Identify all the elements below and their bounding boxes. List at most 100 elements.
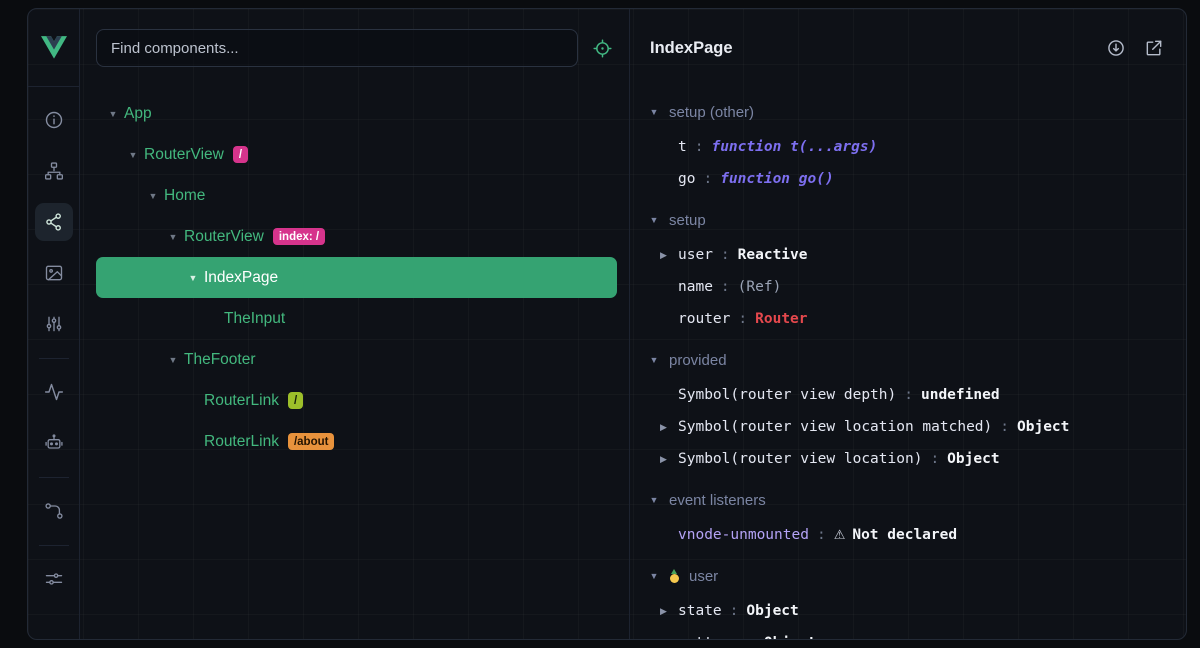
tree-row-indexpage[interactable]: ▼IndexPage xyxy=(96,257,617,298)
property-key: name xyxy=(678,279,713,295)
inspector-section: ▼event listenersvnode-unmounted:⚠Not dec… xyxy=(648,481,1186,551)
info-icon[interactable] xyxy=(35,101,73,139)
section-header[interactable]: ▼event listeners xyxy=(648,481,1186,519)
property-key: go xyxy=(678,171,695,187)
open-in-editor-icon[interactable] xyxy=(1144,38,1164,58)
caret-down-icon[interactable]: ▼ xyxy=(142,191,164,201)
property-value: Object xyxy=(1017,419,1069,435)
pinia-store-icon xyxy=(669,569,680,583)
section-header[interactable]: ▼ setup xyxy=(648,201,1186,239)
tree-row-theinput[interactable]: TheInput xyxy=(96,298,617,339)
pick-component-target-icon[interactable] xyxy=(592,38,613,59)
colon-separator: : xyxy=(817,527,826,543)
caret-right-icon[interactable]: ▶ xyxy=(660,606,678,617)
colon-separator: : xyxy=(1000,419,1009,435)
tree-row-thefooter[interactable]: ▼TheFooter xyxy=(96,339,617,380)
property-row[interactable]: ▶user:Reactive xyxy=(648,239,1186,271)
scroll-to-component-icon[interactable] xyxy=(1106,38,1126,58)
colon-separator: : xyxy=(721,279,730,295)
caret-right-icon[interactable]: ▶ xyxy=(660,250,678,261)
property-row: name:(Ref) xyxy=(648,271,1186,303)
section-header[interactable]: ▼setup (other) xyxy=(648,93,1186,131)
component-name: RouterLink xyxy=(204,392,279,410)
section-header[interactable]: ▼ provided xyxy=(648,341,1186,379)
section-label: user xyxy=(689,568,718,585)
caret-down-icon[interactable]: ▼ xyxy=(162,232,184,242)
property-key: router xyxy=(678,311,730,327)
tree-row-routerlink[interactable]: RouterLink / xyxy=(96,380,617,421)
route-badge: / xyxy=(288,392,303,409)
equalizer-icon[interactable] xyxy=(35,305,73,343)
component-tree-panel: ▼App▼RouterView/▼Home▼RouterViewindex: /… xyxy=(80,9,630,639)
component-name: IndexPage xyxy=(204,269,278,287)
colon-separator: : xyxy=(703,171,712,187)
sidebar-icon-list xyxy=(35,87,73,639)
assets-image-icon[interactable] xyxy=(35,254,73,292)
timeline-wave-icon[interactable] xyxy=(35,373,73,411)
component-hierarchy-icon[interactable] xyxy=(35,152,73,190)
tree-row-routerlink[interactable]: RouterLink/about xyxy=(96,421,617,462)
caret-down-icon[interactable]: ▼ xyxy=(182,273,204,283)
tree-row-app[interactable]: ▼App xyxy=(96,93,617,134)
property-value: function go() xyxy=(720,171,834,187)
property-value: Reactive xyxy=(738,247,808,263)
property-row: t:function t(...args) xyxy=(648,131,1186,163)
search-input[interactable] xyxy=(96,29,578,67)
caret-down-icon: ▼ xyxy=(648,571,660,581)
property-key: state xyxy=(678,603,722,619)
caret-down-icon[interactable]: ▼ xyxy=(122,150,144,160)
inspector-panel: IndexPage ▼setup (other)t:function t(...… xyxy=(630,9,1186,639)
caret-down-icon: ▼ xyxy=(648,495,660,505)
inspector-section: ▼setup (other)t:function t(...args) go: fu… xyxy=(648,93,1186,195)
section-header[interactable]: ▼ user xyxy=(648,557,1186,595)
inspector-section: ▼providedSymbol(router view depth):undef… xyxy=(648,341,1186,475)
vue-logo xyxy=(28,9,79,87)
rail-divider xyxy=(39,358,69,359)
property-key: getters xyxy=(678,635,739,639)
section-label: provided xyxy=(669,352,727,369)
colon-separator: : xyxy=(730,603,739,619)
property-key: vnode-unmounted xyxy=(678,527,809,543)
property-row: go: function go() xyxy=(648,163,1186,195)
robot-icon[interactable] xyxy=(35,424,73,462)
flow-branch-icon[interactable] xyxy=(35,492,73,530)
tree-toolbar xyxy=(80,9,629,87)
route-badge: /about xyxy=(288,433,335,450)
property-row[interactable]: ▶Symbol(router view location matched): Ob… xyxy=(648,411,1186,443)
property-key: Symbol(router view location) xyxy=(678,451,922,467)
settings-sliders-icon[interactable] xyxy=(35,560,73,598)
devtools-window: ▼App▼RouterView/▼Home▼RouterViewindex: /… xyxy=(27,8,1187,640)
inspector-section: ▼ user ▶state:Object▶getters:Object xyxy=(648,557,1186,639)
section-label: setup xyxy=(669,212,706,229)
caret-down-icon: ▼ xyxy=(648,355,660,365)
caret-right-icon[interactable]: ▶ xyxy=(660,638,678,640)
property-value: Object xyxy=(947,451,999,467)
property-row: vnode-unmounted:⚠Not declared xyxy=(648,519,1186,551)
component-name: RouterView xyxy=(184,228,264,246)
property-key: Symbol(router view depth) xyxy=(678,387,896,403)
property-key: Symbol(router view location matched) xyxy=(678,419,992,435)
components-nodes-icon[interactable] xyxy=(35,203,73,241)
tree-row-home[interactable]: ▼Home xyxy=(96,175,617,216)
property-value: undefined xyxy=(921,387,1000,403)
tree-row-routerview[interactable]: ▼RouterViewindex: / xyxy=(96,216,617,257)
caret-down-icon[interactable]: ▼ xyxy=(162,355,184,365)
inspector-header: IndexPage xyxy=(630,9,1186,87)
colon-separator: : xyxy=(904,387,913,403)
caret-right-icon[interactable]: ▶ xyxy=(660,422,678,433)
caret-down-icon[interactable]: ▼ xyxy=(102,109,124,119)
component-name: TheFooter xyxy=(184,351,256,369)
property-row[interactable]: ▶Symbol(router view location):Object xyxy=(648,443,1186,475)
property-row[interactable]: ▶state:Object xyxy=(648,595,1186,627)
caret-right-icon[interactable]: ▶ xyxy=(660,454,678,465)
rail-divider xyxy=(39,545,69,546)
rail-divider xyxy=(39,477,69,478)
caret-down-icon: ▼ xyxy=(648,215,660,225)
colon-separator: : xyxy=(738,311,747,327)
component-name: Home xyxy=(164,187,205,205)
property-row: Symbol(router view depth): undefined xyxy=(648,379,1186,411)
colon-separator: : xyxy=(747,635,756,639)
tree-row-routerview[interactable]: ▼RouterView/ xyxy=(96,134,617,175)
property-row[interactable]: ▶getters:Object xyxy=(648,627,1186,639)
inspector-section: ▼setup▶user:Reactivename:(Ref)router:Rou… xyxy=(648,201,1186,335)
